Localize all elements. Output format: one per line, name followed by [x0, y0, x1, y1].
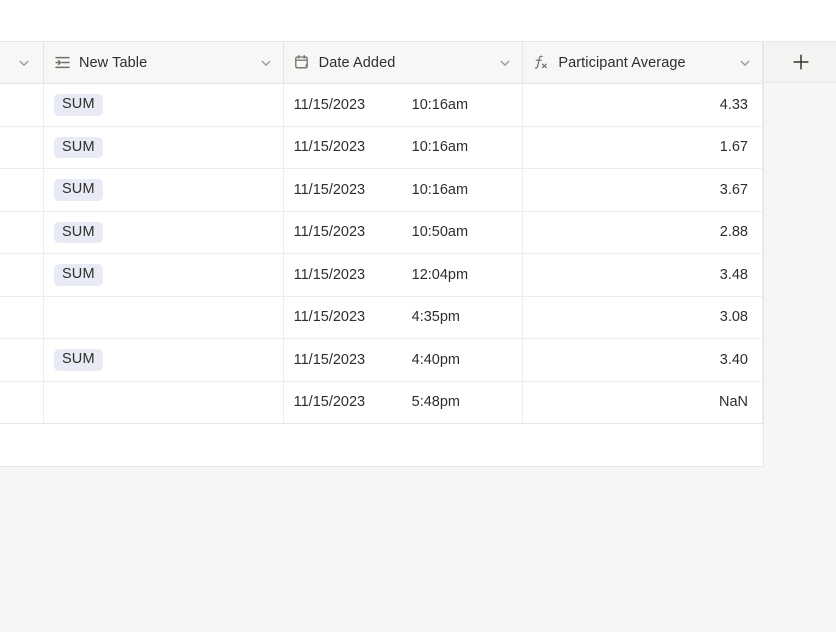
- participant-average-cell[interactable]: 3.40: [523, 339, 763, 381]
- table-row[interactable]: SUM 11/15/2023 10:16am 1.67: [0, 126, 763, 169]
- date-value: 11/15/2023: [293, 224, 366, 241]
- participant-average-value: NaN: [718, 394, 748, 411]
- table-page: New Table Date Added Participant Average…: [0, 0, 836, 632]
- table-row[interactable]: SUM 11/15/2023 10:16am 3.67: [0, 169, 763, 212]
- participant-average-value: 2.88: [719, 224, 748, 241]
- column-header-new-table[interactable]: New Table: [43, 42, 284, 83]
- time-value: 4:40pm: [411, 351, 460, 368]
- table-row[interactable]: SUM 11/15/2023 10:50am 2.88: [0, 211, 763, 254]
- participant-average-cell[interactable]: 3.67: [523, 169, 763, 211]
- calendar-bolt-icon: [294, 54, 311, 71]
- column-header-participant-average[interactable]: Participant Average: [523, 42, 763, 83]
- row-handle-cell[interactable]: [0, 126, 44, 168]
- plus-icon: [790, 51, 812, 73]
- date-added-cell[interactable]: 11/15/2023 4:40pm: [284, 339, 524, 381]
- add-column-button[interactable]: [765, 41, 836, 83]
- chevron-down-icon[interactable]: [496, 54, 514, 72]
- row-handle-cell[interactable]: [0, 254, 44, 296]
- column-header-label: Date Added: [318, 54, 396, 71]
- row-handle-cell: [0, 424, 44, 466]
- participant-average-value: 4.33: [719, 96, 748, 113]
- relation-cell[interactable]: SUM: [44, 211, 284, 253]
- date-value: 11/15/2023: [293, 351, 366, 368]
- date-value: 11/15/2023: [293, 394, 366, 411]
- new-row-placeholder[interactable]: [0, 424, 763, 466]
- time-value: 4:35pm: [411, 309, 460, 326]
- table-header-row: New Table Date Added Participant Average: [0, 42, 763, 84]
- chevron-down-icon[interactable]: [15, 54, 33, 72]
- sum-badge[interactable]: SUM: [53, 179, 103, 201]
- chevron-down-icon[interactable]: [736, 54, 754, 72]
- participant-average-value: 3.08: [719, 309, 748, 326]
- date-added-cell[interactable]: 11/15/2023 10:16am: [284, 126, 524, 168]
- row-handle-cell[interactable]: [0, 84, 44, 126]
- column-header-row-handle[interactable]: [0, 42, 44, 83]
- relation-icon: [54, 54, 71, 71]
- relation-cell[interactable]: SUM: [44, 339, 284, 381]
- row-handle-cell[interactable]: [0, 339, 44, 381]
- time-value: 10:16am: [411, 139, 469, 156]
- time-value: 10:50am: [411, 224, 469, 241]
- row-handle-cell[interactable]: [0, 211, 44, 253]
- relation-cell[interactable]: [44, 381, 284, 423]
- relation-cell[interactable]: [44, 296, 284, 338]
- new-row-cell: [284, 424, 524, 466]
- date-added-cell[interactable]: 11/15/2023 12:04pm: [284, 254, 524, 296]
- date-value: 11/15/2023: [293, 266, 366, 283]
- chevron-down-icon[interactable]: [257, 54, 275, 72]
- table-row[interactable]: 11/15/2023 5:48pm NaN: [0, 381, 763, 424]
- table-row[interactable]: SUM 11/15/2023 12:04pm 3.48: [0, 254, 763, 297]
- column-header-label: Participant Average: [558, 54, 686, 71]
- participant-average-value: 3.48: [719, 266, 748, 283]
- participant-average-value: 1.67: [719, 139, 748, 156]
- date-added-cell[interactable]: 11/15/2023 5:48pm: [284, 381, 524, 423]
- relation-cell[interactable]: SUM: [44, 254, 284, 296]
- data-table: New Table Date Added Participant Average…: [0, 41, 764, 467]
- participant-average-value: 3.40: [719, 351, 748, 368]
- time-value: 10:16am: [411, 181, 469, 198]
- date-added-cell[interactable]: 11/15/2023 10:50am: [284, 211, 524, 253]
- date-added-cell[interactable]: 11/15/2023 4:35pm: [284, 296, 524, 338]
- table-row[interactable]: SUM 11/15/2023 10:16am 4.33: [0, 84, 763, 127]
- relation-cell[interactable]: SUM: [44, 126, 284, 168]
- date-value: 11/15/2023: [293, 96, 366, 113]
- time-value: 5:48pm: [411, 394, 460, 411]
- time-value: 12:04pm: [411, 266, 469, 283]
- table-row[interactable]: SUM 11/15/2023 4:40pm 3.40: [0, 339, 763, 382]
- date-value: 11/15/2023: [293, 309, 366, 326]
- new-row-cell: [44, 424, 284, 466]
- date-added-cell[interactable]: 11/15/2023 10:16am: [284, 84, 524, 126]
- relation-cell[interactable]: SUM: [44, 169, 284, 211]
- sum-badge[interactable]: SUM: [53, 94, 103, 116]
- row-handle-cell[interactable]: [0, 296, 44, 338]
- row-handle-cell[interactable]: [0, 169, 44, 211]
- participant-average-cell[interactable]: NaN: [523, 381, 763, 423]
- participant-average-cell[interactable]: 4.33: [523, 84, 763, 126]
- table-body: SUM 11/15/2023 10:16am 4.33 SUM 11/15/2023 10:…: [0, 84, 763, 424]
- sum-badge[interactable]: SUM: [53, 136, 103, 158]
- date-value: 11/15/2023: [293, 139, 366, 156]
- new-row-cell: [523, 424, 763, 466]
- column-header-label: New Table: [78, 54, 148, 71]
- sum-badge[interactable]: SUM: [53, 221, 103, 243]
- table-row[interactable]: 11/15/2023 4:35pm 3.08: [0, 296, 763, 339]
- formula-fx-icon: [533, 54, 550, 71]
- date-value: 11/15/2023: [293, 181, 366, 198]
- relation-cell[interactable]: SUM: [44, 84, 284, 126]
- participant-average-value: 3.67: [719, 181, 748, 198]
- participant-average-cell[interactable]: 3.08: [523, 296, 763, 338]
- sum-badge[interactable]: SUM: [53, 264, 103, 286]
- sum-badge[interactable]: SUM: [53, 349, 103, 371]
- date-added-cell[interactable]: 11/15/2023 10:16am: [284, 169, 524, 211]
- participant-average-cell[interactable]: 2.88: [523, 211, 763, 253]
- participant-average-cell[interactable]: 1.67: [523, 126, 763, 168]
- time-value: 10:16am: [411, 96, 469, 113]
- participant-average-cell[interactable]: 3.48: [523, 254, 763, 296]
- column-header-date-added[interactable]: Date Added: [283, 42, 524, 83]
- content-area-above-table: [0, 0, 836, 41]
- row-handle-cell[interactable]: [0, 381, 44, 423]
